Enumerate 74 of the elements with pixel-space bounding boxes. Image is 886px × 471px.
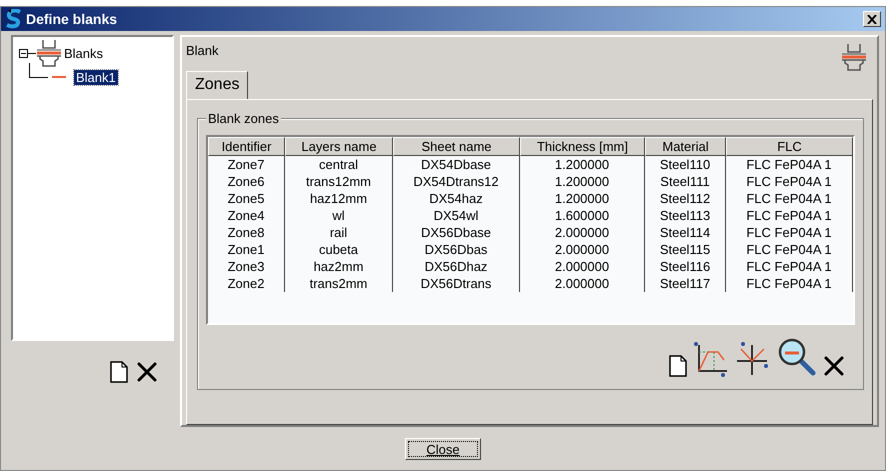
table-cell: 2.000000 [520,241,645,258]
table-cell: Zone1 [208,241,285,258]
table-cell: Zone2 [208,275,285,292]
table-cell: DX54wl [393,207,520,224]
table-cell: central [285,156,393,173]
column-header[interactable]: Material [645,137,726,156]
table-cell: 1.200000 [520,173,645,190]
table-cell: 1.200000 [520,156,645,173]
table-cell: Steel111 [645,173,726,190]
close-icon[interactable] [863,11,881,27]
table-cell: wl [285,207,393,224]
table-cell: Zone3 [208,258,285,275]
stress-strain-chart-icon[interactable] [693,341,729,377]
table-cell: trans12mm [285,173,393,190]
table-cell: FLC FeP04A 1 [726,190,853,207]
table-cell: Steel113 [645,207,726,224]
table-cell: FLC FeP04A 1 [726,156,853,173]
new-file-icon[interactable] [669,355,687,377]
table-cell: cubeta [285,241,393,258]
table-cell: 1.200000 [520,190,645,207]
table-cell: FLC FeP04A 1 [726,258,853,275]
delete-icon[interactable] [136,361,158,383]
column-header[interactable]: Thickness [mm] [520,137,645,156]
blank-profile-icon [841,43,867,71]
table-cell: 1.600000 [520,207,645,224]
table-cell: DX54Dbase [393,156,520,173]
new-file-icon[interactable] [110,361,128,383]
tree-item[interactable]: Blanks [62,46,106,60]
app-logo-icon [5,9,23,29]
table-cell: Steel112 [645,190,726,207]
table-cell: Zone7 [208,156,285,173]
tab[interactable]: Zones [186,71,248,100]
column-header[interactable]: Layers name [285,137,393,156]
table-cell: FLC FeP04A 1 [726,275,853,292]
collapse-toggle[interactable] [19,48,28,58]
table-cell: haz2mm [285,258,393,275]
table-cell: rail [285,224,393,241]
table-cell: DX54haz [393,190,520,207]
table-cell: 2.000000 [520,275,645,292]
column-header[interactable]: FLC [726,137,853,156]
table-cell: Steel117 [645,275,726,292]
table-cell: Zone5 [208,190,285,207]
table-cell: DX56Dtrans [393,275,520,292]
group-title: Blank zones [206,111,281,126]
table-cell: Steel110 [645,156,726,173]
table-cell: FLC FeP04A 1 [726,207,853,224]
table-cell: Zone4 [208,207,285,224]
table-cell: haz12mm [285,190,393,207]
table-cell: Zone8 [208,224,285,241]
forming-limit-axes-icon[interactable] [735,341,771,377]
table-cell: FLC FeP04A 1 [726,241,853,258]
close-button[interactable]: Close [405,438,481,460]
search-icon[interactable] [777,337,817,377]
table-cell: FLC FeP04A 1 [726,173,853,190]
panel-title: Blank [186,43,219,58]
table-cell: FLC FeP04A 1 [726,224,853,241]
delete-icon[interactable] [823,355,845,377]
table-cell: DX56Dhaz [393,258,520,275]
table-cell: 2.000000 [520,258,645,275]
table-cell: Zone6 [208,173,285,190]
table-cell: DX56Dbase [393,224,520,241]
table-cell: Steel114 [645,224,726,241]
table-cell: DX56Dbas [393,241,520,258]
table-cell: Steel116 [645,258,726,275]
table-cell: 2.000000 [520,224,645,241]
column-header[interactable]: Sheet name [393,137,520,156]
blank-stack-icon [36,39,62,67]
table-cell: trans2mm [285,275,393,292]
column-header[interactable]: Identifier [208,137,285,156]
blank-line-icon [52,76,66,78]
table-cell: DX54Dtrans12 [393,173,520,190]
table-cell: Steel115 [645,241,726,258]
tree-item[interactable]: Blank1 [74,70,118,84]
window-title: Define blanks [26,11,118,27]
